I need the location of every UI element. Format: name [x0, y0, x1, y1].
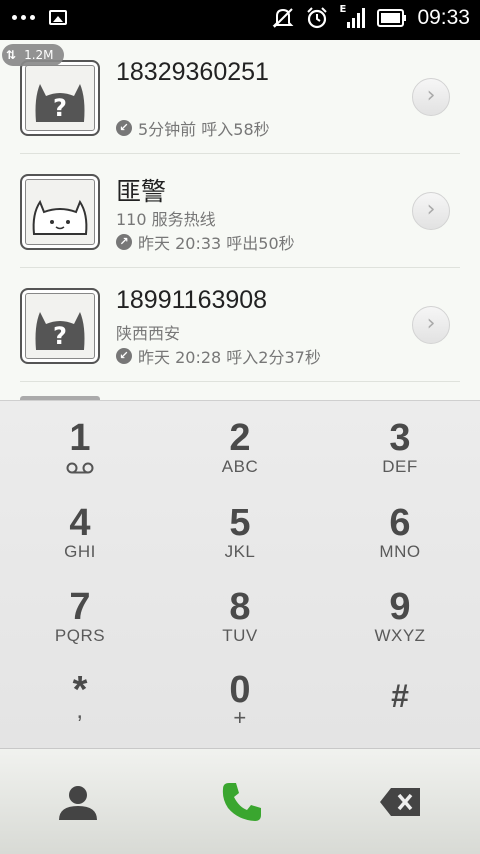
svg-text:?: ? [53, 322, 67, 350]
call-time-duration: 昨天 20:33 呼出50秒 [138, 234, 295, 253]
backspace-icon [380, 788, 420, 816]
call-log-list[interactable]: ⇅ 1.2M ? 18329360251 ↙ 5分钟前 呼入58秒 › 匪警 1… [0, 40, 480, 400]
dial-action-bar [0, 748, 480, 854]
dial-key-hash[interactable]: # [320, 663, 480, 749]
dial-key-5[interactable]: 5 JKL [160, 492, 320, 578]
dial-key-8[interactable]: 8 TUV [160, 576, 320, 662]
call-log-row[interactable]: 匪警 110 服务热线 ↗ 昨天 20:33 呼出50秒 › [20, 154, 460, 268]
image-notification-icon [49, 10, 67, 25]
dial-key-star[interactable]: * , [0, 663, 160, 749]
menu-dots-icon [12, 15, 35, 20]
call-log-row[interactable] [20, 382, 460, 400]
status-bar: E 09:33 [0, 0, 480, 40]
phone-icon [222, 783, 261, 821]
call-button[interactable] [212, 777, 272, 827]
traffic-arrows-icon: ⇅ [6, 48, 17, 62]
traffic-badge: ⇅ 1.2M [2, 44, 64, 66]
call-detail-button[interactable]: › [412, 78, 450, 116]
alarm-icon [307, 7, 328, 29]
dial-pad: 1 2 ABC 3 DEF 4 GHI 5 JKL 6 MNO 7 PQRS 8… [0, 400, 480, 748]
signal-icon: E [339, 4, 367, 30]
incoming-call-icon: ↙ [116, 120, 132, 136]
cat-icon [20, 174, 100, 250]
call-meta: ↙ 昨天 20:28 呼入2分37秒 [116, 344, 321, 368]
dial-key-1[interactable]: 1 [0, 407, 160, 493]
dial-key-4[interactable]: 4 GHI [0, 492, 160, 578]
call-number: 18991163908 [116, 286, 268, 314]
call-meta: ↗ 昨天 20:33 呼出50秒 [116, 230, 295, 254]
call-contact-name: 匪警 [116, 178, 167, 206]
contacts-button[interactable] [48, 777, 108, 827]
dial-key-7[interactable]: 7 PQRS [0, 576, 160, 662]
call-log-row[interactable]: ? 18991163908 陕西西安 ↙ 昨天 20:28 呼入2分37秒 › [20, 268, 460, 382]
outgoing-call-icon: ↗ [116, 234, 132, 250]
call-number: 18329360251 [116, 58, 269, 86]
traffic-value: 1.2M [24, 48, 54, 62]
clock: 09:33 [417, 6, 470, 29]
call-detail-button[interactable]: › [412, 192, 450, 230]
dial-key-0[interactable]: 0 + [160, 663, 320, 749]
vibrate-off-icon [273, 8, 294, 28]
dial-key-2[interactable]: 2 ABC [160, 407, 320, 493]
call-meta: ↙ 5分钟前 呼入58秒 [116, 116, 270, 140]
backspace-button[interactable] [370, 777, 430, 827]
call-detail-button[interactable]: › [412, 306, 450, 344]
battery-icon [377, 9, 407, 27]
incoming-call-icon: ↙ [116, 348, 132, 364]
call-time-duration: 昨天 20:28 呼入2分37秒 [138, 348, 321, 367]
svg-text:?: ? [53, 94, 67, 122]
call-time-duration: 5分钟前 呼入58秒 [138, 120, 270, 139]
voicemail-icon [66, 462, 94, 474]
call-log-row[interactable]: ? 18329360251 ↙ 5分钟前 呼入58秒 › [20, 40, 460, 154]
unknown-cat-icon: ? [20, 288, 100, 364]
unknown-cat-icon: ? [20, 60, 100, 136]
call-subtitle: 110 服务热线 [116, 210, 216, 229]
dial-key-9[interactable]: 9 WXYZ [320, 576, 480, 662]
person-icon [59, 786, 97, 820]
call-location: 陕西西安 [116, 324, 181, 343]
dial-key-6[interactable]: 6 MNO [320, 492, 480, 578]
dial-key-3[interactable]: 3 DEF [320, 407, 480, 493]
